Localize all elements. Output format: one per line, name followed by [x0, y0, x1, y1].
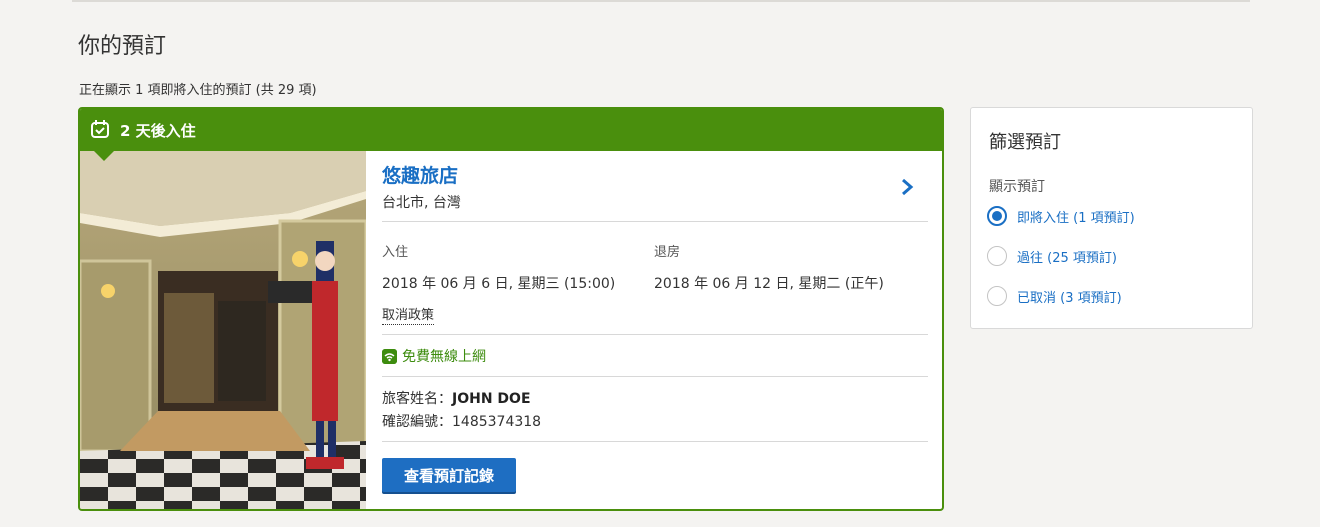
hotel-photo[interactable]	[80, 151, 366, 509]
filter-option-cancelled[interactable]: 已取消 (3 項預訂)	[987, 286, 1122, 306]
cancel-policy-link[interactable]: 取消政策	[382, 304, 435, 325]
booking-details: 悠趣旅店 台北市, 台灣 入住 2018 年 06 月 6 日, 星期三 (15…	[382, 151, 928, 509]
section-divider	[382, 334, 928, 335]
radio-selected-icon[interactable]	[987, 206, 1007, 226]
guest-name-value: JOHN DOE	[452, 391, 531, 407]
confirmation-label: 確認編號：	[382, 414, 452, 430]
page-title: 你的預訂	[78, 34, 167, 59]
filter-option-label[interactable]: 過往 (25 項預訂)	[1017, 247, 1117, 266]
radio-unselected-icon[interactable]	[987, 246, 1007, 266]
filter-option-label[interactable]: 即將入住 (1 項預訂)	[1017, 207, 1135, 226]
booking-count-summary: 正在顯示 1 項即將入住的預訂 (共 29 項)	[79, 83, 317, 98]
checkout-label: 退房	[654, 245, 681, 260]
confirmation-number: 1485374318	[452, 414, 542, 430]
checkout-date: 2018 年 06 月 12 日, 星期二 (正午)	[654, 276, 884, 292]
guest-name-label: 旅客姓名：	[382, 391, 452, 407]
filter-subtitle: 顯示預訂	[989, 179, 1045, 195]
wifi-icon	[382, 348, 397, 364]
chevron-right-icon[interactable]	[900, 177, 914, 197]
hotel-name-link[interactable]: 悠趣旅店	[382, 161, 458, 188]
radio-unselected-icon[interactable]	[987, 286, 1007, 306]
view-booking-button[interactable]: 查看預訂記錄	[382, 458, 516, 492]
confirmation-row: 確認編號：1485374318	[382, 411, 541, 431]
filter-option-past[interactable]: 過往 (25 項預訂)	[987, 246, 1117, 266]
filter-option-label[interactable]: 已取消 (3 項預訂)	[1017, 287, 1122, 306]
section-divider	[382, 376, 928, 377]
checkin-countdown-banner: 2 天後入住	[80, 109, 942, 161]
booking-card: 2 天後入住 悠趣旅店 台北市, 台灣 入住 2018 年 06 月 6 日, …	[78, 107, 944, 511]
filter-title: 篩選預訂	[989, 132, 1061, 153]
section-divider	[382, 221, 928, 222]
hotel-location: 台北市, 台灣	[382, 195, 461, 211]
amenity-label: 免費無線上網	[402, 349, 486, 365]
top-divider	[72, 0, 1250, 2]
filter-option-upcoming[interactable]: 即將入住 (1 項預訂)	[987, 206, 1135, 226]
section-divider	[382, 441, 928, 442]
checkin-label: 入住	[382, 245, 409, 260]
filter-panel: 篩選預訂 顯示預訂 即將入住 (1 項預訂) 過往 (25 項預訂) 已取消 (…	[970, 107, 1253, 329]
calendar-check-icon	[91, 120, 109, 138]
checkin-date: 2018 年 06 月 6 日, 星期三 (15:00)	[382, 276, 616, 292]
amenity-wifi: 免費無線上網	[382, 346, 486, 366]
checkin-countdown-text: 2 天後入住	[120, 122, 196, 140]
guest-name-row: 旅客姓名：JOHN DOE	[382, 388, 531, 408]
banner-pointer	[94, 151, 114, 161]
